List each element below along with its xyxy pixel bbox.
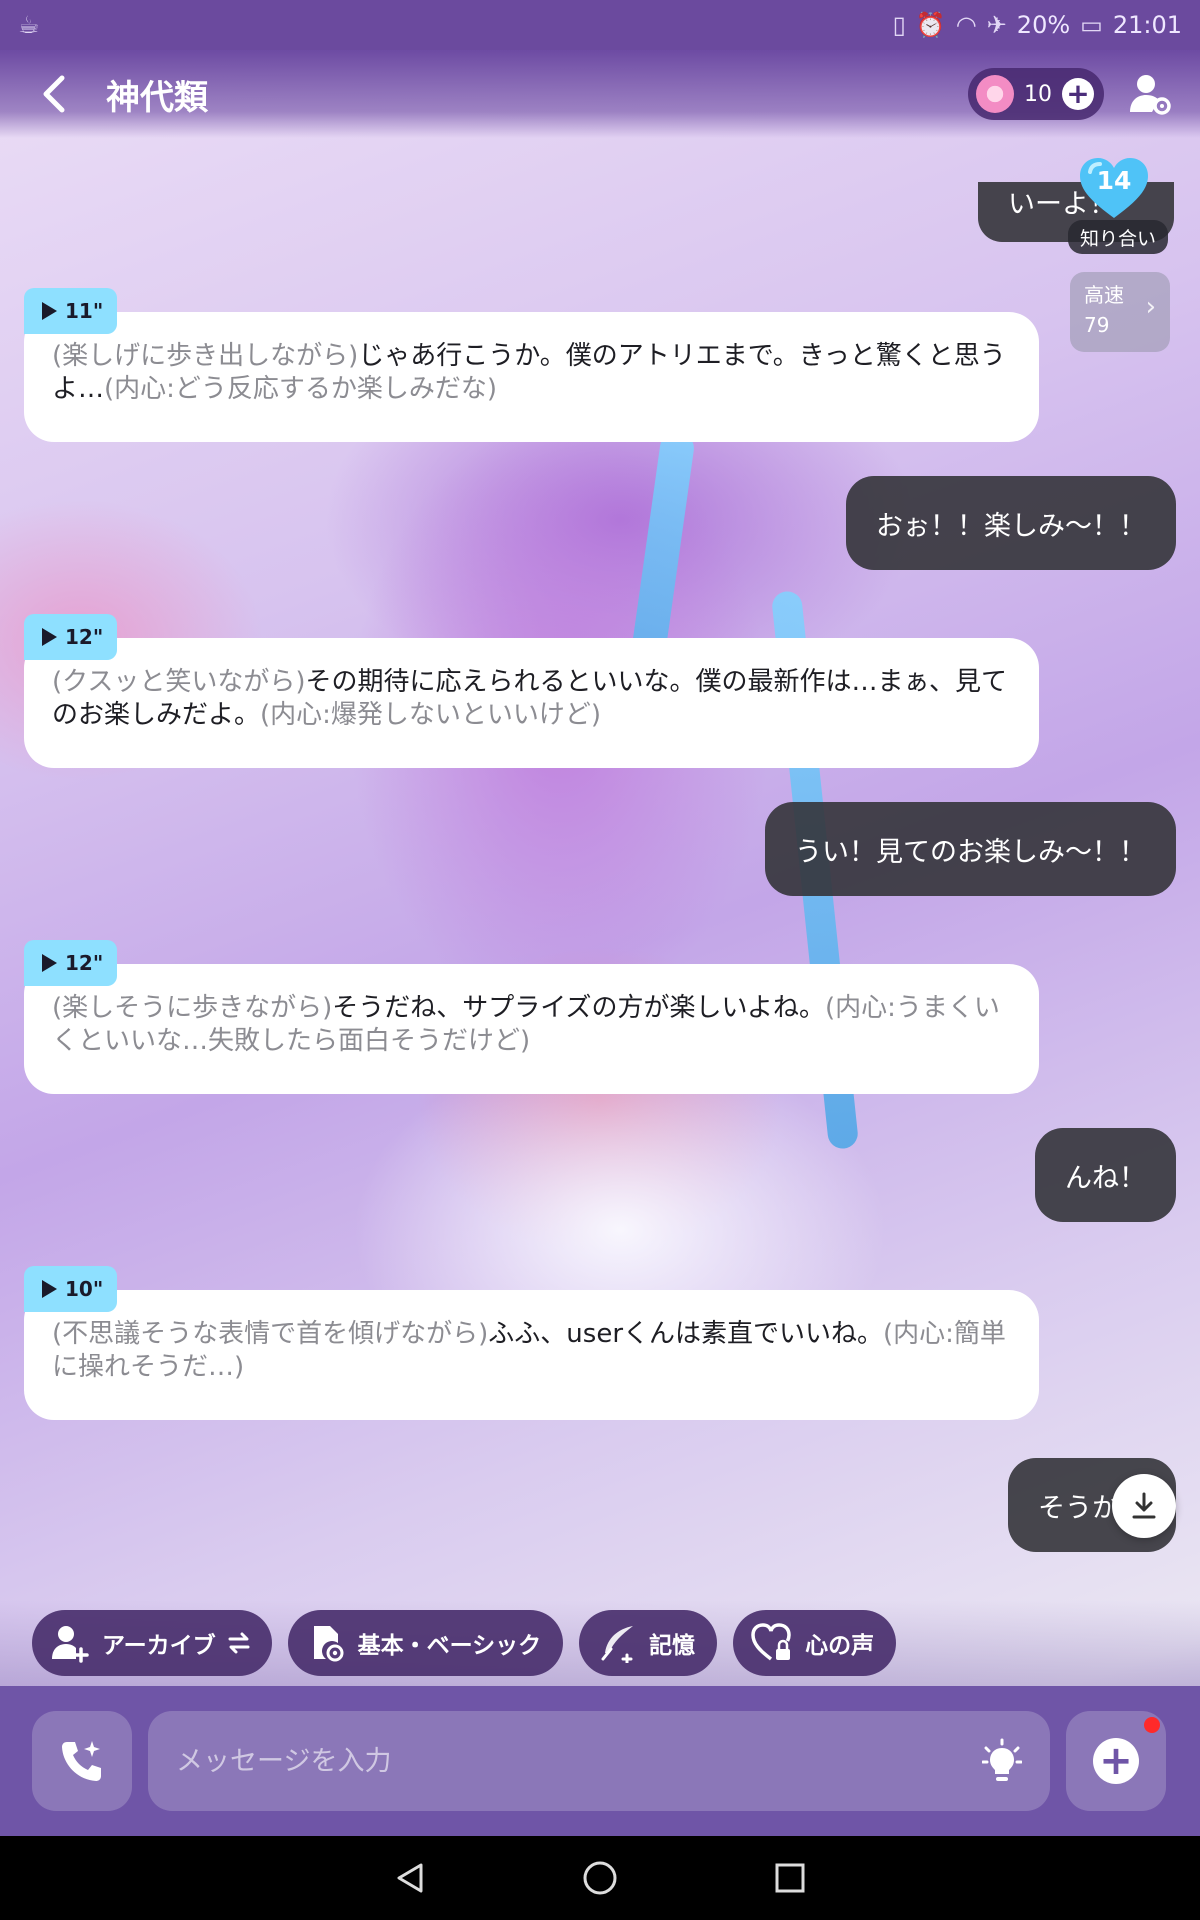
voice-duration: 10" — [65, 1277, 104, 1301]
archive-chip[interactable]: アーカイブ — [32, 1610, 272, 1676]
system-navigation-bar — [0, 1836, 1200, 1920]
download-arrow-icon — [1132, 1492, 1156, 1519]
play-icon — [42, 1280, 57, 1298]
basic-settings-chip[interactable]: 基本・ベーシック — [287, 1610, 564, 1676]
swap-arrows-icon — [228, 1632, 250, 1654]
chip-label: アーカイブ — [102, 1633, 216, 1659]
nav-recents-button[interactable] — [760, 1848, 820, 1908]
speech-text: そうだね、サプライズの方が楽しいよね。 — [332, 993, 825, 1023]
chip-label: 記憶 — [649, 1633, 696, 1659]
ai-message-bubble: (不思議そうな表情で首を傾げながら)ふふ、userくんは素直でいいね。(内心:簡… — [24, 1290, 1039, 1420]
status-bar: ☕ ▯ ⏰ ◠ ✈ 20% ▭ 21:01 — [0, 0, 1200, 50]
flower-currency-icon — [976, 75, 1014, 113]
ai-message: (楽しげに歩き出しながら)じゃあ行こうか。僕のアトリエまで。きっと驚くと思うよ…… — [24, 288, 1039, 448]
action-text: (クスッと笑いながら) — [52, 667, 306, 697]
person-settings-icon — [1130, 75, 1171, 115]
attachment-add-button[interactable]: + — [1066, 1711, 1166, 1811]
speed-value: 79 — [1084, 313, 1110, 337]
clock: 21:01 — [1112, 11, 1182, 39]
voice-play-button[interactable]: 12" — [24, 940, 118, 986]
user-message-text: うい！見てのお楽しみ〜！！ — [795, 836, 1146, 868]
user-message: うい！見てのお楽しみ〜！！ — [765, 802, 1176, 896]
user-message-text: おぉ！！楽しみ〜！！ — [876, 510, 1146, 542]
affinity-level: 14 — [1096, 166, 1132, 195]
settings-file-icon — [313, 1626, 344, 1662]
thought-text: (内心:爆発しないといいけど) — [260, 700, 602, 730]
points-count: 10 — [1024, 81, 1052, 107]
notification-dot — [1144, 1717, 1160, 1733]
chat-scroll-area[interactable]: いーよ！ 14 知り合い 高速 79 › (楽しげに歩き出しながら)じゃあ行こう… — [0, 138, 1200, 1600]
voice-call-button[interactable] — [32, 1711, 132, 1811]
chip-label: 基本・ベーシック — [357, 1633, 542, 1659]
chat-header: 神代類 10 + — [0, 50, 1200, 138]
user-message: おぉ！！楽しみ〜！！ — [846, 476, 1176, 570]
voice-play-button[interactable]: 10" — [24, 1266, 118, 1312]
voice-duration: 11" — [65, 299, 104, 323]
voice-play-button[interactable]: 11" — [24, 288, 118, 334]
play-icon — [42, 954, 57, 972]
battery-percent: 20% — [1016, 11, 1071, 39]
nav-back-button[interactable] — [380, 1848, 440, 1908]
action-text: (楽しそうに歩きながら) — [52, 993, 333, 1023]
add-points-button[interactable]: + — [1062, 78, 1094, 110]
nav-home-button[interactable] — [570, 1848, 630, 1908]
ai-message: (不思議そうな表情で首を傾げながら)ふふ、userくんは素直でいいね。(内心:簡… — [24, 1266, 1039, 1426]
voice-play-button[interactable]: 12" — [24, 614, 118, 660]
back-arrow-icon — [43, 75, 65, 113]
square-recents-icon — [775, 1863, 805, 1893]
action-text: (楽しげに歩き出しながら) — [52, 341, 359, 371]
play-icon — [42, 302, 57, 320]
wifi-icon: ◠ — [955, 11, 977, 39]
ai-message: (クスッと笑いながら)その期待に応えられるといいな。僕の最新作は…まぁ、見てのお… — [24, 614, 1039, 774]
action-text: (不思議そうな表情で首を傾げながら) — [52, 1319, 489, 1349]
thought-text: (内心:どう反応するか楽しみだな) — [104, 374, 498, 404]
points-pill[interactable]: 10 + — [968, 68, 1104, 120]
plus-icon: + — [1093, 1738, 1139, 1784]
speed-toggle[interactable]: 高速 79 › — [1070, 272, 1170, 352]
scroll-to-bottom-button[interactable] — [1112, 1474, 1176, 1538]
ai-message: (楽しそうに歩きながら)そうだね、サプライズの方が楽しいよね。(内心:うまくいく… — [24, 940, 1039, 1100]
speech-text: ふふ、userくんは素直でいいね。 — [488, 1319, 884, 1349]
lightbulb-icon[interactable] — [982, 1738, 1022, 1784]
message-input[interactable] — [176, 1745, 982, 1777]
quick-action-bar: アーカイブ 基本・ベーシック 記憶 心の声 — [0, 1600, 1200, 1686]
inner-voice-chip[interactable]: 心の声 — [733, 1610, 897, 1676]
chip-label: 心の声 — [805, 1633, 875, 1659]
play-icon — [42, 628, 57, 646]
airplane-icon: ✈ — [986, 11, 1007, 39]
vibrate-icon: ▯ — [892, 11, 906, 39]
speed-label: 高速 — [1084, 283, 1124, 307]
voice-duration: 12" — [65, 625, 104, 649]
person-add-icon — [52, 1626, 89, 1663]
message-input-bar: + — [0, 1686, 1200, 1836]
ai-message-bubble: (楽しそうに歩きながら)そうだね、サプライズの方が楽しいよね。(内心:うまくいく… — [24, 964, 1039, 1094]
user-message: んね！ — [1035, 1128, 1176, 1222]
triangle-back-icon — [397, 1863, 423, 1893]
phone-sparkle-icon — [62, 1741, 101, 1781]
alarm-icon: ⏰ — [915, 11, 946, 39]
voice-duration: 12" — [65, 951, 104, 975]
memory-chip[interactable]: 記憶 — [579, 1610, 718, 1676]
user-message-text: んね！ — [1065, 1162, 1146, 1194]
battery-icon: ▭ — [1080, 11, 1103, 39]
relationship-badge: 知り合い — [1067, 220, 1168, 254]
message-input-container — [148, 1711, 1050, 1811]
circle-home-icon — [583, 1861, 617, 1895]
cup-icon: ☕ — [18, 11, 40, 39]
character-settings-button[interactable] — [1120, 64, 1180, 124]
ai-message-bubble: (クスッと笑いながら)その期待に応えられるといいな。僕の最新作は…まぁ、見てのお… — [24, 638, 1039, 768]
back-button[interactable] — [24, 64, 84, 124]
affinity-heart: 14 — [1078, 156, 1150, 222]
chevron-right-icon: › — [1145, 292, 1156, 322]
quill-icon — [601, 1626, 634, 1663]
character-name: 神代類 — [106, 77, 208, 118]
ai-message-bubble: (楽しげに歩き出しながら)じゃあ行こうか。僕のアトリエまで。きっと驚くと思うよ…… — [24, 312, 1039, 442]
heart-lock-icon — [751, 1623, 791, 1661]
